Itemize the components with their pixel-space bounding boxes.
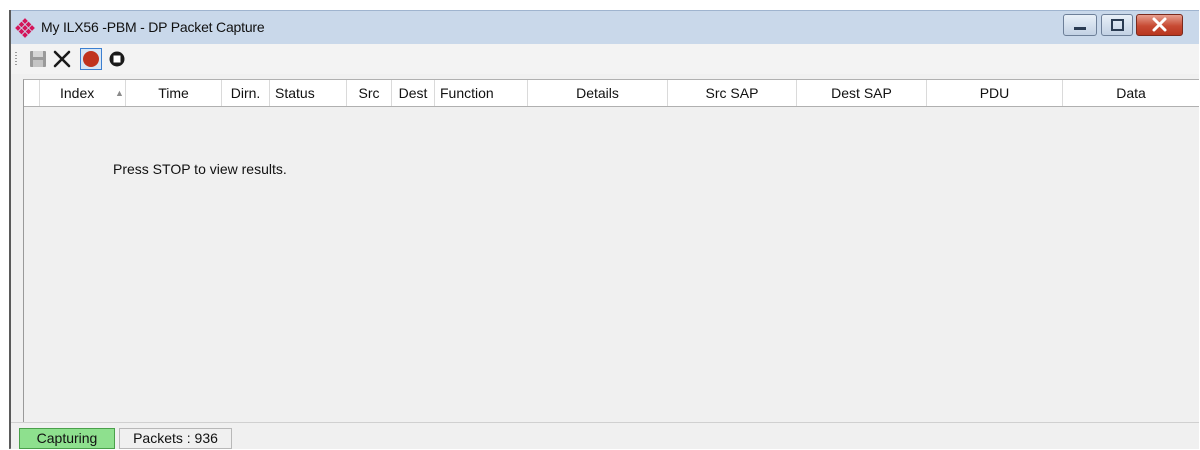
- row-header-corner[interactable]: [24, 80, 40, 106]
- minimize-button[interactable]: [1063, 14, 1097, 36]
- column-header-status[interactable]: Status: [270, 80, 347, 106]
- close-icon: [1152, 17, 1167, 32]
- column-header-index[interactable]: Index ▲: [40, 80, 126, 106]
- maximize-button[interactable]: [1101, 14, 1133, 36]
- column-header-data[interactable]: Data: [1063, 80, 1199, 106]
- capture-status-badge: Capturing: [19, 428, 115, 449]
- column-header-details[interactable]: Details: [528, 80, 668, 106]
- window-title: My ILX56 -PBM - DP Packet Capture: [41, 19, 265, 35]
- clear-button[interactable]: [51, 48, 73, 70]
- app-logo-icon: [15, 18, 35, 38]
- sort-ascending-icon: ▲: [115, 88, 124, 98]
- toolbar-grip[interactable]: [15, 52, 17, 66]
- close-x-icon: [53, 50, 71, 68]
- maximize-icon: [1111, 19, 1124, 31]
- stop-button[interactable]: [106, 48, 128, 70]
- record-icon: [83, 51, 99, 67]
- toolbar: [11, 44, 1199, 74]
- column-header-pdu[interactable]: PDU: [927, 80, 1063, 106]
- packet-grid[interactable]: Index ▲ Time Dirn. Status Src Dest Functi…: [23, 79, 1199, 422]
- packet-capture-window: My ILX56 -PBM - DP Packet Capture Index …: [9, 10, 1199, 449]
- save-icon: [30, 51, 46, 67]
- close-window-button[interactable]: [1136, 14, 1183, 36]
- column-header-time[interactable]: Time: [126, 80, 222, 106]
- status-bar: Capturing Packets : 936: [11, 422, 1199, 449]
- column-header-dest[interactable]: Dest: [392, 80, 435, 106]
- column-header-src[interactable]: Src: [347, 80, 392, 106]
- minimize-icon: [1074, 27, 1086, 30]
- save-button[interactable]: [27, 48, 49, 70]
- column-header-dest-sap[interactable]: Dest SAP: [797, 80, 927, 106]
- empty-grid-message: Press STOP to view results.: [113, 161, 287, 177]
- column-header-function[interactable]: Function: [435, 80, 528, 106]
- column-header-src-sap[interactable]: Src SAP: [668, 80, 797, 106]
- record-button[interactable]: [80, 48, 102, 70]
- column-header-dirn[interactable]: Dirn.: [222, 80, 270, 106]
- title-bar[interactable]: My ILX56 -PBM - DP Packet Capture: [11, 10, 1199, 44]
- stop-icon: [109, 51, 125, 67]
- grid-header: Index ▲ Time Dirn. Status Src Dest Functi…: [24, 80, 1199, 107]
- packet-count: Packets : 936: [119, 428, 232, 449]
